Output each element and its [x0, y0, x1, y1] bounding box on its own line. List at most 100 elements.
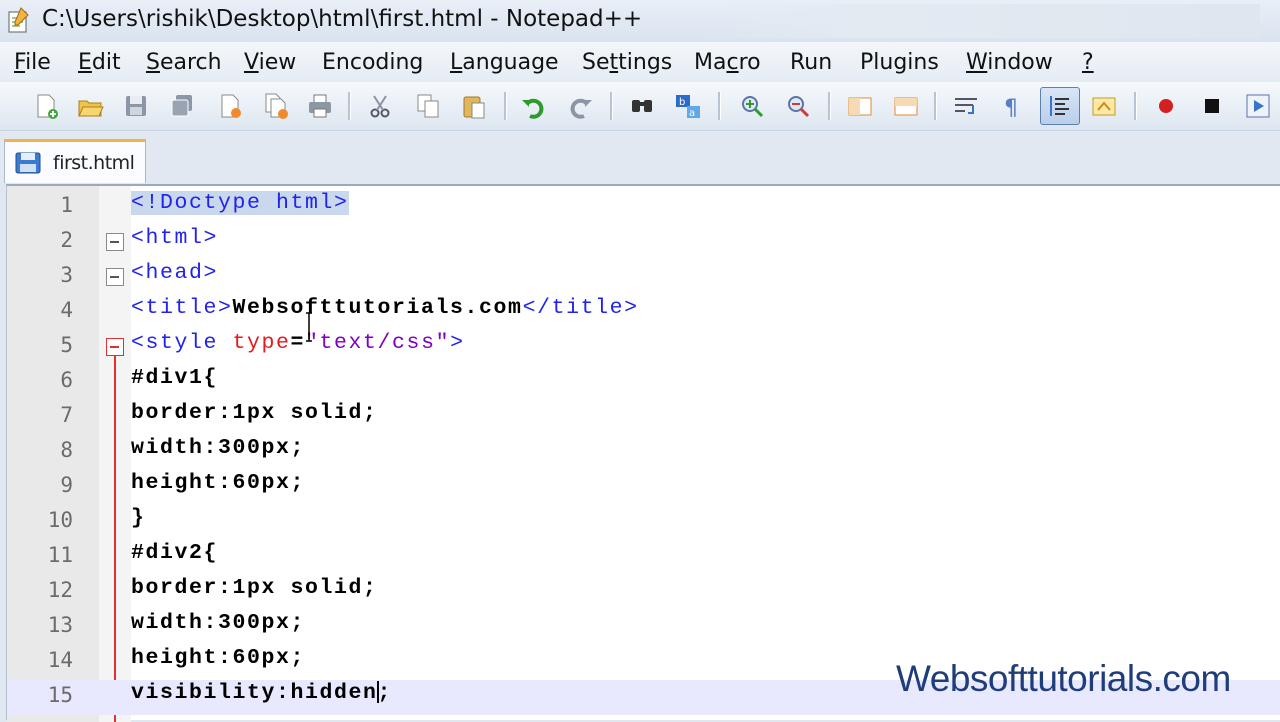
print-icon[interactable]	[304, 90, 336, 122]
line-number: 9	[60, 473, 73, 497]
code-token: =	[290, 331, 306, 355]
menu-edit[interactable]: Edit	[78, 50, 121, 75]
undo-icon[interactable]	[518, 90, 550, 122]
redo-icon[interactable]	[564, 90, 596, 122]
menu-plugins-label: Plugins	[860, 50, 939, 75]
close-all-icon[interactable]	[260, 90, 292, 122]
code-text: <html>	[131, 226, 218, 250]
code-line: 7 border:1px solid;	[7, 400, 1280, 435]
window-title: C:\Users\rishik\Desktop\html\first.html …	[42, 6, 643, 32]
menu-file-label: File	[14, 50, 51, 75]
menu-window-label: Window	[966, 50, 1053, 75]
sync-vertical-icon[interactable]	[844, 90, 876, 122]
menu-encoding-label: Encoding	[322, 50, 424, 75]
save-icon[interactable]	[120, 90, 152, 122]
code-text: height:60px;	[131, 646, 306, 670]
menu-macro[interactable]: Macro	[694, 50, 761, 75]
code-line: 10 }	[7, 505, 1280, 540]
zoom-out-icon[interactable]	[782, 90, 814, 122]
copy-icon[interactable]	[412, 90, 444, 122]
code-line: 5 <style type="text/css">	[7, 330, 1280, 365]
watermark: Websofttutorials.com	[896, 658, 1231, 699]
paste-icon[interactable]	[458, 90, 490, 122]
fold-toggle-icon[interactable]	[106, 338, 124, 356]
fold-toggle-icon[interactable]	[106, 268, 124, 286]
show-all-characters-icon[interactable]: ¶	[996, 90, 1028, 122]
line-number: 2	[60, 228, 73, 252]
zoom-in-icon[interactable]	[736, 90, 768, 122]
code-token: Websofttutorials.com	[232, 296, 523, 320]
menu-bar: File Edit Search View Encoding Language …	[0, 42, 1280, 82]
user-defined-language-icon[interactable]	[1088, 90, 1120, 122]
menu-run[interactable]: Run	[790, 50, 832, 75]
code-token: <html>	[131, 226, 219, 250]
saved-file-icon	[15, 152, 41, 174]
line-number: 7	[60, 403, 73, 427]
find-icon[interactable]	[626, 90, 658, 122]
toolbar: ba ¶	[0, 82, 1280, 131]
menu-macro-label: Macro	[694, 50, 761, 75]
fold-toggle-icon[interactable]	[106, 233, 124, 251]
cut-icon[interactable]	[364, 90, 396, 122]
line-number: 13	[47, 613, 73, 637]
menu-view-label: View	[244, 50, 297, 75]
code-text: height:60px;	[131, 471, 306, 495]
code-text: border:1px solid;	[131, 401, 378, 425]
playback-macro-icon[interactable]	[1242, 90, 1274, 122]
stop-recording-icon[interactable]	[1196, 90, 1228, 122]
code-text: border:1px solid;	[131, 576, 378, 600]
open-file-icon[interactable]	[74, 90, 106, 122]
line-number: 6	[60, 368, 73, 392]
line-number: 4	[60, 298, 73, 322]
line-number: 10	[47, 508, 73, 532]
code-text: <title>Websofttutorials.com</title>	[131, 296, 639, 320]
code-text: #div1{	[131, 366, 219, 390]
code-editor[interactable]: 1 <!Doctype html> 2 <html> 3 <head> 4 <t…	[6, 184, 1280, 722]
tab-bar: first.html	[0, 131, 1280, 183]
sync-horizontal-icon[interactable]	[890, 90, 922, 122]
line-number: 5	[60, 333, 73, 357]
code-line: 9 height:60px;	[7, 470, 1280, 505]
indent-guide-icon[interactable]	[1040, 87, 1080, 125]
menu-plugins[interactable]: Plugins	[860, 50, 939, 75]
line-number: 8	[60, 438, 73, 462]
menu-edit-label: Edit	[78, 50, 121, 75]
menu-language[interactable]: Language	[450, 50, 559, 75]
toolbar-separator	[504, 92, 507, 120]
toolbar-separator	[718, 92, 721, 120]
line-number: 3	[60, 263, 73, 287]
code-line: 8 width:300px;	[7, 435, 1280, 470]
new-file-icon[interactable]	[30, 90, 62, 122]
line-number: 14	[47, 648, 73, 672]
replace-icon[interactable]: ba	[672, 90, 704, 122]
code-line: 3 <head>	[7, 260, 1280, 295]
svg-text:¶: ¶	[1004, 96, 1018, 120]
menu-help[interactable]: ?	[1082, 50, 1094, 75]
menu-view[interactable]: View	[244, 50, 296, 75]
save-all-icon[interactable]	[166, 90, 198, 122]
line-number: 11	[47, 543, 73, 567]
code-text: visibility:hidden;	[131, 681, 392, 705]
title-bar: C:\Users\rishik\Desktop\html\first.html …	[0, 0, 1280, 42]
code-text: width:300px;	[131, 611, 306, 635]
code-text: <!Doctype html>	[131, 191, 349, 215]
close-icon[interactable]	[214, 90, 246, 122]
svg-text:b: b	[679, 97, 685, 108]
code-text: <head>	[131, 261, 218, 285]
tab-first-html[interactable]: first.html	[4, 139, 146, 183]
menu-window[interactable]: Window	[966, 50, 1053, 75]
record-macro-icon[interactable]	[1150, 90, 1182, 122]
word-wrap-icon[interactable]	[950, 90, 982, 122]
code-text: <style type="text/css">	[131, 331, 465, 355]
toolbar-separator	[610, 92, 613, 120]
menu-search[interactable]: Search	[146, 50, 222, 75]
menu-file[interactable]: File	[14, 50, 51, 75]
code-token: <head>	[131, 261, 219, 285]
code-token: <title>	[131, 296, 233, 320]
ibeam-cursor-icon	[306, 312, 312, 342]
menu-encoding[interactable]: Encoding	[322, 50, 423, 75]
menu-settings-label: Settings	[582, 50, 673, 75]
toolbar-separator	[348, 92, 351, 120]
line-number: 12	[47, 578, 73, 602]
menu-settings[interactable]: Settings	[582, 50, 672, 75]
